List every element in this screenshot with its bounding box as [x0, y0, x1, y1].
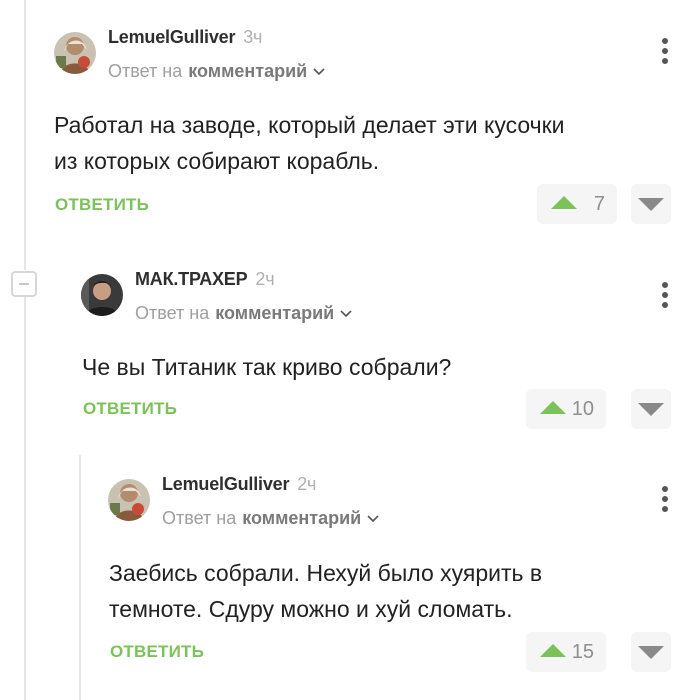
reply-to-prefix: Ответ на — [162, 508, 237, 528]
rating-count: 15 — [571, 641, 594, 663]
more-options-icon[interactable] — [660, 486, 670, 514]
author-name[interactable]: LemuelGulliver 2ч — [162, 474, 316, 495]
comment-text-line: Заебись собрали. Нехуй было хуярить в — [109, 560, 543, 586]
arrow-down-icon — [638, 646, 664, 659]
reply-to-link[interactable]: Ответ на комментарий — [162, 508, 379, 529]
arrow-up-icon[interactable] — [540, 644, 566, 657]
reply-button[interactable]: ОТВЕТИТЬ — [110, 642, 204, 662]
avatar-image — [108, 479, 150, 521]
comments-page: LemuelGulliver 3ч Ответ на комментарий Раб… — [0, 0, 700, 700]
downvote-button[interactable] — [631, 632, 671, 672]
author-name-text[interactable]: LemuelGulliver — [162, 474, 289, 494]
avatar[interactable] — [108, 479, 150, 521]
reply-to-target[interactable]: комментарий — [242, 508, 361, 528]
comment-text: Заебись собрали. Нехуй было хуярить в те… — [109, 555, 542, 627]
comment-3: LemuelGulliver 2ч Ответ на комментарий Зае… — [0, 0, 700, 700]
comment-time: 2ч — [297, 474, 317, 494]
upvote-box[interactable]: 15 — [526, 632, 606, 672]
chevron-down-icon[interactable] — [367, 515, 379, 523]
comment-text-line: темноте. Сдуру можно и хуй сломать. — [109, 596, 513, 622]
